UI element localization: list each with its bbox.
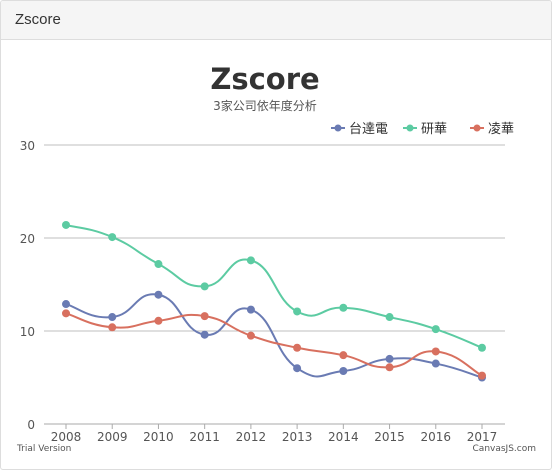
- x-tick-label: 2014: [328, 430, 359, 444]
- y-tick-label: 0: [27, 418, 35, 432]
- data-point[interactable]: [385, 354, 394, 363]
- series-3: [62, 309, 486, 380]
- data-point[interactable]: [478, 343, 486, 352]
- data-point[interactable]: [246, 305, 255, 314]
- series-lines: [62, 220, 486, 382]
- legend: 台達電 研華 凌華: [331, 122, 514, 137]
- y-tick-label: 10: [20, 325, 35, 339]
- data-point[interactable]: [246, 331, 255, 340]
- data-point[interactable]: [293, 307, 302, 316]
- data-point[interactable]: [431, 325, 440, 334]
- x-tick-label: 2013: [282, 430, 313, 444]
- data-point[interactable]: [154, 290, 163, 299]
- legend-label: 凌華: [488, 122, 514, 137]
- data-point[interactable]: [339, 303, 348, 312]
- data-point[interactable]: [478, 371, 486, 380]
- x-tick-label: 2017: [467, 430, 498, 444]
- data-point[interactable]: [62, 309, 70, 318]
- data-point[interactable]: [154, 260, 163, 269]
- data-point[interactable]: [385, 313, 394, 322]
- credit-link[interactable]: CanvasJS.com: [473, 444, 536, 454]
- data-point[interactable]: [293, 343, 302, 352]
- x-tick-label: 2008: [51, 430, 82, 444]
- data-point[interactable]: [62, 220, 70, 229]
- y-tick-label: 30: [20, 139, 35, 153]
- series-line: [65, 312, 483, 377]
- data-point[interactable]: [108, 233, 117, 242]
- legend-marker-dot: [334, 124, 342, 132]
- data-point[interactable]: [200, 282, 209, 291]
- data-point[interactable]: [62, 300, 70, 309]
- trial-version-label: Trial Version: [16, 444, 71, 454]
- x-tick-label: 2011: [189, 430, 220, 444]
- data-point[interactable]: [108, 313, 117, 322]
- legend-marker-dot: [406, 124, 414, 132]
- x-tick-label: 2009: [97, 430, 128, 444]
- x-tick-label: 2010: [143, 430, 174, 444]
- legend-item[interactable]: 研華: [403, 122, 447, 137]
- series-line: [65, 224, 483, 349]
- legend-label: 研華: [421, 122, 447, 137]
- data-point[interactable]: [200, 312, 209, 321]
- line-chart: 0 10 20 30 2008 2009 2010 2011 2012 2013 2014 2015…: [16, 62, 536, 454]
- y-axis-ticks: 0 10 20 30: [20, 139, 35, 432]
- x-tick-label: 2015: [374, 430, 405, 444]
- y-tick-label: 20: [20, 232, 35, 246]
- series-line: [65, 293, 483, 379]
- data-point[interactable]: [293, 364, 302, 373]
- data-point[interactable]: [339, 366, 348, 375]
- data-point[interactable]: [385, 363, 394, 372]
- series-2: [62, 220, 486, 352]
- x-tick-label: 2012: [236, 430, 267, 444]
- chart-subtitle: 3家公司依年度分析: [213, 98, 317, 113]
- data-point[interactable]: [108, 323, 117, 332]
- data-point[interactable]: [246, 256, 255, 265]
- chart-title: Zscore: [210, 62, 319, 96]
- series-1: [62, 290, 486, 382]
- legend-item[interactable]: 台達電: [331, 122, 388, 137]
- legend-label: 台達電: [349, 122, 388, 137]
- legend-item[interactable]: 凌華: [470, 122, 514, 137]
- legend-marker-dot: [473, 124, 481, 132]
- data-point[interactable]: [339, 351, 348, 360]
- data-point[interactable]: [431, 359, 440, 368]
- data-point[interactable]: [200, 330, 209, 339]
- x-tick-label: 2016: [421, 430, 452, 444]
- data-point[interactable]: [154, 316, 163, 325]
- x-axis-ticks: 2008 2009 2010 2011 2012 2013 2014 2015 2016 2017: [51, 424, 498, 444]
- data-point[interactable]: [431, 347, 440, 356]
